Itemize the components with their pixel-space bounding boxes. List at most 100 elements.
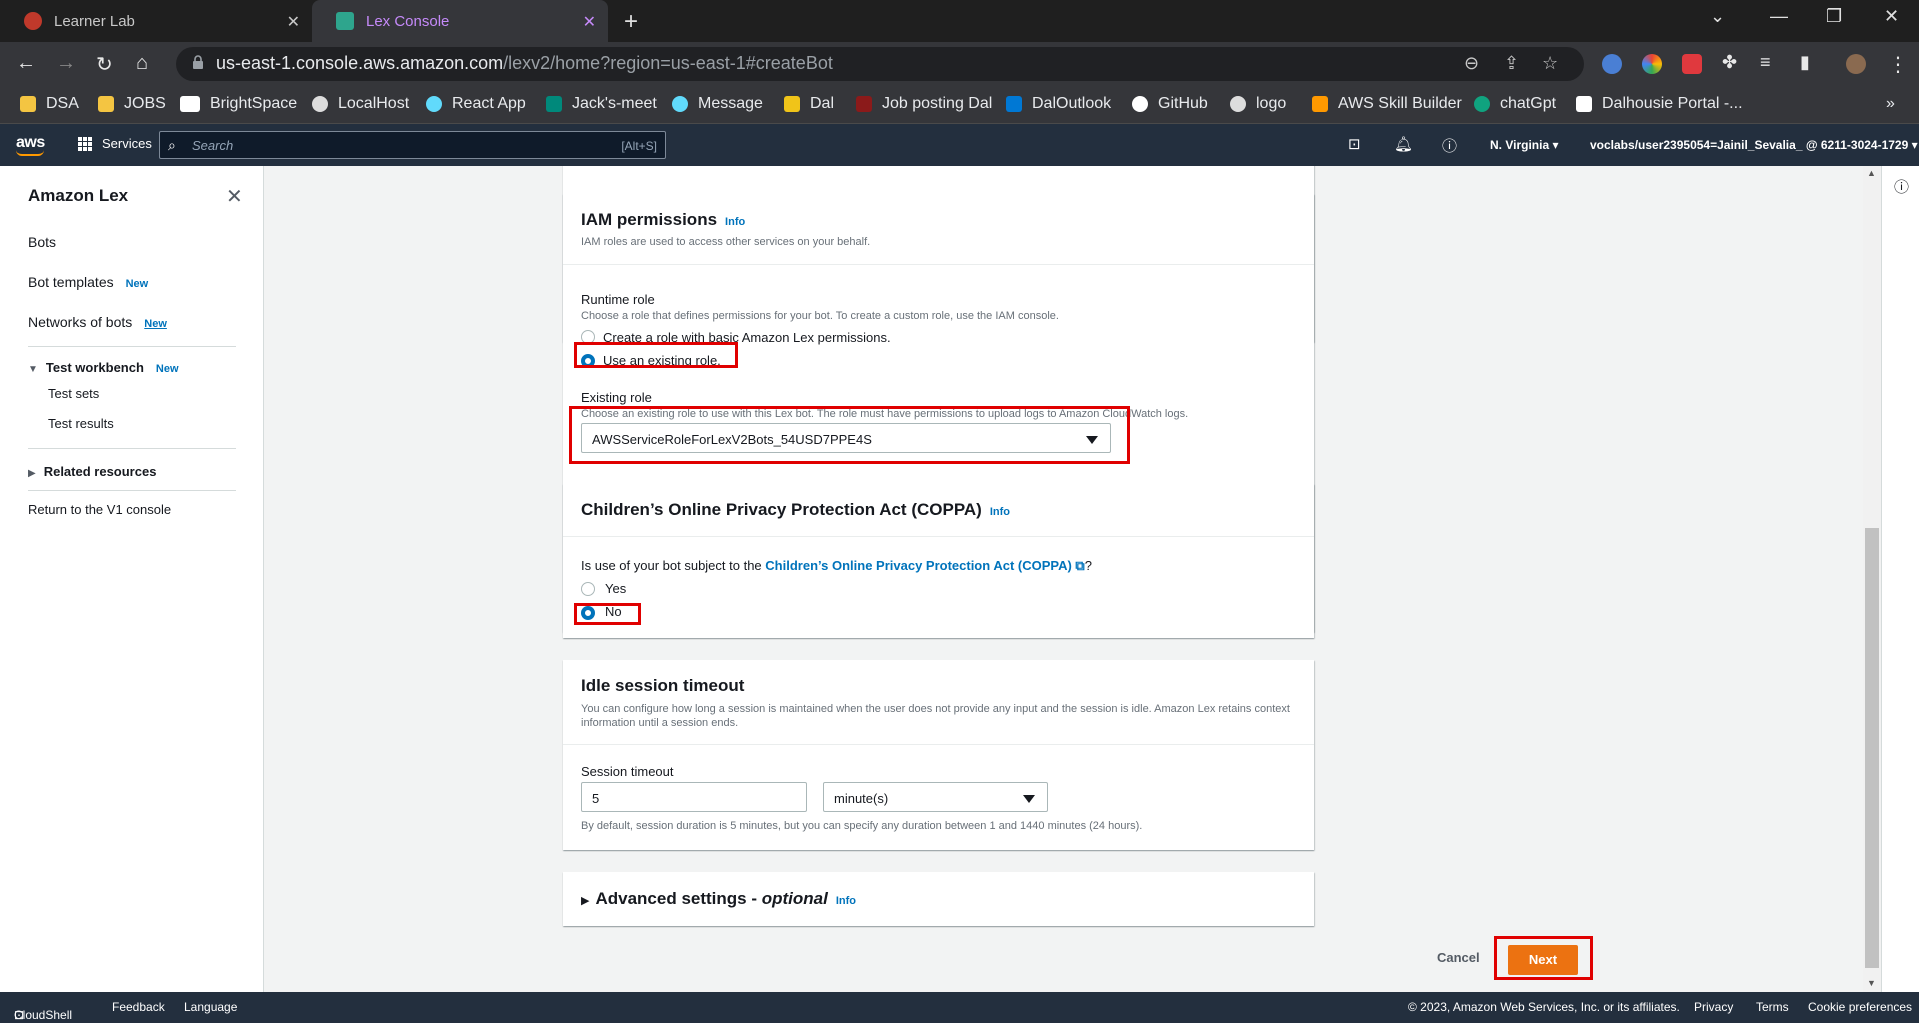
bookmark-jacks-meet[interactable]: Jack's-meet [546, 95, 657, 113]
terms-link[interactable]: Terms [1756, 1000, 1789, 1014]
bookmark-daloutlook[interactable]: DalOutlook [1006, 95, 1111, 113]
language-link[interactable]: Language [184, 1000, 237, 1014]
highlight-box [1494, 936, 1593, 980]
tab-search-chevron-icon[interactable]: ⌄ [1710, 6, 1725, 27]
coppa-question: Is use of your bot subject to the Childr… [581, 558, 1092, 573]
restore-icon[interactable]: ❐ [1826, 6, 1842, 27]
bookmark-chatgpt[interactable]: chatGpt [1474, 95, 1556, 113]
scroll-up-icon[interactable]: ▲ [1867, 168, 1876, 178]
caret-down-icon: ▼ [28, 364, 38, 375]
aws-top-nav: aws Services ⌕ Search [Alt+S] ⊡ 🔔︎ ⓘ N. … [0, 124, 1919, 166]
sidebar-item-test-sets[interactable]: Test sets [48, 386, 99, 401]
media-icon[interactable]: ≡ [1760, 52, 1771, 73]
session-timeout-input[interactable]: 5 [581, 782, 807, 812]
idle-title: Idle session timeout [581, 676, 745, 695]
info-link[interactable]: Info [725, 216, 745, 228]
forward-icon[interactable]: → [56, 52, 76, 75]
aws-icon [1312, 96, 1328, 112]
divider [28, 346, 236, 347]
iam-header: IAM permissions Info IAM roles are used t… [563, 194, 1314, 265]
window-close-icon[interactable]: ✕ [1884, 6, 1899, 27]
bookmark-message[interactable]: Message [672, 95, 763, 113]
search-input[interactable]: ⌕ Search [Alt+S] [159, 131, 666, 159]
bookmark-react-app[interactable]: React App [426, 95, 526, 113]
sidepanel-icon[interactable]: ▮ [1800, 52, 1810, 73]
bookmark-localhost[interactable]: LocalHost [312, 95, 409, 113]
notifications-bell-icon[interactable]: 🔔︎ [1394, 135, 1413, 153]
sidebar-item-bot-templates[interactable]: Bot templates New [28, 274, 148, 290]
advanced-settings-panel[interactable]: ▶ Advanced settings - optional Info [563, 872, 1314, 926]
bookmark-logo[interactable]: logo [1230, 95, 1286, 113]
sidebar-item-bots[interactable]: Bots [28, 234, 56, 250]
extensions-puzzle-icon[interactable]: ✤ [1722, 52, 1737, 73]
scroll-down-icon[interactable]: ▼ [1867, 978, 1876, 988]
info-link[interactable]: Info [836, 895, 856, 907]
sidebar-item-test-results[interactable]: Test results [48, 416, 114, 431]
bookmark-aws-skill-builder[interactable]: AWS Skill Builder [1312, 95, 1462, 113]
tab-title: Lex Console [366, 12, 450, 30]
region-selector[interactable]: N. Virginia ▾ [1490, 138, 1558, 152]
advanced-settings-toggle[interactable]: ▶ Advanced settings - optional Info [581, 889, 856, 909]
info-icon[interactable]: ⓘ [1894, 176, 1909, 197]
meet-icon [546, 96, 562, 112]
radio-coppa-yes[interactable] [581, 582, 595, 596]
new-badge: New [144, 318, 167, 330]
bookmark-dalhousie-portal[interactable]: Dalhousie Portal -... [1576, 95, 1743, 113]
bookmark-brightspace[interactable]: BrightSpace [180, 95, 297, 113]
shield-icon[interactable] [1682, 54, 1702, 74]
services-menu[interactable]: Services [78, 136, 152, 151]
openai-icon [1474, 96, 1490, 112]
share-icon[interactable]: ⇪ [1504, 53, 1519, 74]
minimize-icon[interactable]: — [1770, 6, 1788, 27]
scrollbar[interactable]: ▲ ▼ [1863, 166, 1881, 992]
cookie-preferences-link[interactable]: Cookie preferences [1808, 1000, 1912, 1014]
tab-title: Learner Lab [54, 12, 135, 30]
cloudshell-icon[interactable]: ⊡ [1348, 135, 1361, 153]
close-icon[interactable]: ✕ [287, 12, 300, 32]
aws-smile-icon [16, 150, 44, 156]
bookmark-dsa[interactable]: DSA [20, 95, 79, 113]
bookmark-jobs[interactable]: JOBS [98, 95, 166, 113]
sidebar-item-return-v1[interactable]: Return to the V1 console [28, 502, 171, 517]
back-icon[interactable]: ← [16, 52, 36, 75]
sidebar-item-networks[interactable]: Networks of bots New [28, 314, 167, 330]
reload-icon[interactable]: ↻ [96, 52, 113, 77]
tab-lex-console[interactable]: Lex Console ✕ [312, 0, 608, 42]
globe-icon [312, 96, 328, 112]
side-navigation: Amazon Lex ✕ Bots Bot templates New Netwo… [0, 166, 264, 992]
bookmark-star-icon[interactable]: ☆ [1542, 53, 1558, 74]
help-icon[interactable]: ⓘ [1442, 135, 1457, 156]
sidebar-section-related[interactable]: ▶ Related resources [28, 464, 156, 479]
divider [28, 490, 236, 491]
feedback-link[interactable]: Feedback [112, 1000, 165, 1014]
coppa-link[interactable]: Children’s Online Privacy Protection Act… [765, 558, 1072, 573]
zoom-icon[interactable]: ⊖ [1464, 53, 1479, 74]
avatar[interactable] [1846, 54, 1866, 74]
new-tab-icon[interactable]: + [624, 8, 638, 36]
bookmarks-overflow[interactable]: » [1886, 95, 1895, 113]
info-link[interactable]: Info [990, 506, 1010, 518]
extension-icon[interactable] [1602, 54, 1622, 74]
coppa-header: Children’s Online Privacy Protection Act… [563, 484, 1314, 537]
privacy-link[interactable]: Privacy [1694, 1000, 1733, 1014]
react-icon [672, 96, 688, 112]
timeout-unit-select[interactable]: minute(s) [823, 782, 1048, 812]
scrollbar-thumb[interactable] [1865, 528, 1879, 968]
sidebar-section-test-workbench[interactable]: ▼ Test workbench New [28, 360, 179, 375]
bookmark-dal[interactable]: Dal [784, 95, 834, 113]
bookmarks-bar: DSA JOBS BrightSpace LocalHost React App… [0, 86, 1919, 124]
url-field[interactable]: us-east-1.console.aws.amazon.com/lexv2/h… [176, 47, 1584, 81]
aws-logo[interactable]: aws [16, 134, 45, 156]
colorpicker-icon[interactable] [1642, 54, 1662, 74]
bookmark-job-posting-dal[interactable]: Job posting Dal [856, 95, 992, 113]
account-menu[interactable]: voclabs/user2395054=Jainil_Sevalia_ @ 62… [1590, 138, 1918, 152]
coppa-yes-label: Yes [605, 581, 627, 596]
close-icon[interactable]: ✕ [583, 12, 596, 32]
cancel-button[interactable]: Cancel [1437, 950, 1480, 965]
bookmark-github[interactable]: GitHub [1132, 95, 1208, 113]
canvas-icon [24, 12, 42, 30]
menu-icon[interactable]: ⋮ [1888, 52, 1908, 77]
tab-learner-lab[interactable]: Learner Lab ✕ [0, 0, 312, 42]
close-icon[interactable]: ✕ [226, 184, 243, 209]
home-icon[interactable]: ⌂ [136, 52, 148, 75]
